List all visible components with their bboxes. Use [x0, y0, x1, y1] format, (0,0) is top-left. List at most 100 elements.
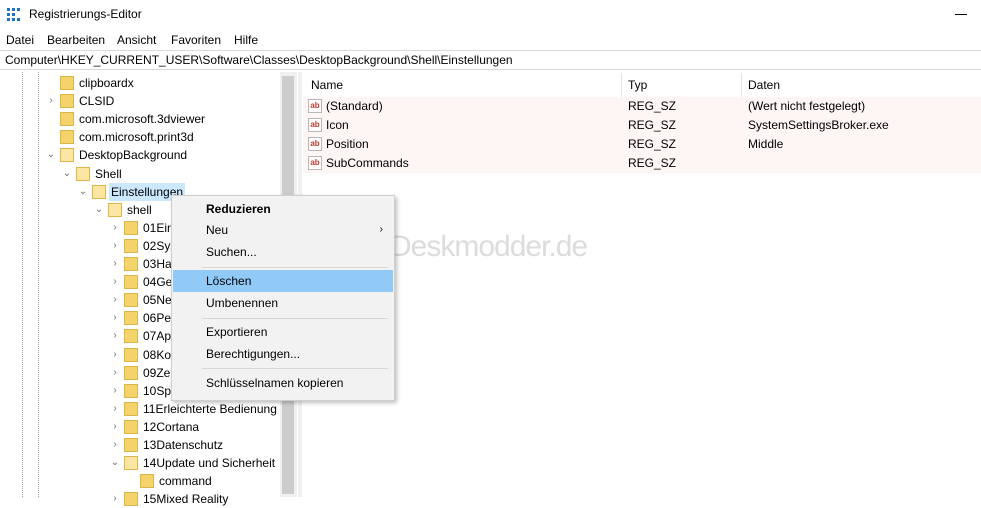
chevron-down-icon[interactable]: ⌄ — [62, 165, 72, 183]
chevron-right-icon[interactable]: › — [110, 291, 120, 309]
tree-item[interactable]: › 15Mixed Reality — [0, 490, 280, 508]
folder-icon — [124, 384, 138, 398]
column-name[interactable]: Name — [311, 78, 343, 92]
folder-icon — [76, 167, 90, 181]
tree-item[interactable]: › 12Cortana — [0, 418, 280, 436]
chevron-right-icon[interactable]: › — [110, 237, 120, 255]
value-data: SystemSettingsBroker.exe — [748, 118, 889, 132]
menu-hilfe[interactable]: Hilfe — [234, 33, 258, 47]
folder-icon — [60, 76, 74, 90]
value-data: (Wert nicht festgelegt) — [748, 99, 866, 113]
menu-item-loeschen[interactable]: Löschen — [173, 270, 393, 292]
tree-item-label: 03Ha — [143, 257, 172, 271]
chevron-right-icon[interactable]: › — [110, 273, 120, 291]
tree-item-label: CLSID — [79, 94, 115, 108]
column-data[interactable]: Daten — [748, 78, 780, 92]
folder-icon — [124, 420, 138, 434]
chevron-right-icon[interactable]: › — [110, 255, 120, 273]
tree-item[interactable]: com.microsoft.3dviewer — [0, 110, 280, 128]
chevron-down-icon[interactable]: ⌄ — [46, 146, 56, 164]
menu-item-umbenennen[interactable]: Umbenennen — [173, 292, 393, 314]
column-type[interactable]: Typ — [628, 78, 647, 92]
value-name: Icon — [326, 118, 349, 132]
menu-item-neu[interactable]: Neu › — [173, 219, 393, 241]
tree-item[interactable]: command — [0, 472, 280, 490]
chevron-right-icon[interactable]: › — [110, 346, 120, 364]
chevron-right-icon[interactable]: › — [110, 490, 120, 508]
chevron-right-icon[interactable]: › — [110, 309, 120, 327]
string-value-icon: ab — [308, 118, 322, 132]
title-bar — [0, 0, 981, 30]
menu-separator — [202, 267, 388, 268]
tree-item-label: shell — [127, 203, 152, 217]
chevron-right-icon[interactable]: › — [110, 436, 120, 454]
chevron-down-icon[interactable]: ⌄ — [78, 183, 88, 201]
folder-icon — [124, 311, 138, 325]
tree-item-label: 12Cortana — [143, 420, 200, 434]
column-separator[interactable] — [741, 73, 742, 97]
tree-item-label: 15Mixed Reality — [143, 492, 229, 506]
column-separator[interactable] — [621, 73, 622, 97]
menu-datei[interactable]: Datei — [6, 33, 34, 47]
tree-item-label: 11Erleichterte Bedienung — [143, 402, 277, 416]
tree-item[interactable]: ⌄ Shell — [0, 165, 280, 183]
value-type: REG_SZ — [628, 118, 677, 132]
folder-icon — [124, 239, 138, 253]
menu-bearbeiten[interactable]: Bearbeiten — [47, 33, 105, 47]
value-name: Position — [326, 137, 369, 151]
menu-ansicht[interactable]: Ansicht — [117, 33, 156, 47]
menu-item-berechtigungen[interactable]: Berechtigungen... — [173, 343, 393, 365]
folder-icon — [124, 366, 138, 380]
menu-favoriten[interactable]: Favoriten — [171, 33, 221, 47]
tree-item-label: com.microsoft.3dviewer — [79, 112, 206, 126]
value-type: REG_SZ — [628, 156, 677, 170]
folder-icon — [124, 293, 138, 307]
tree-item[interactable]: ⌄ DesktopBackground — [0, 146, 280, 164]
menu-item-schluesselnamen-kopieren[interactable]: Schlüsselnamen kopieren — [173, 372, 393, 394]
chevron-right-icon[interactable]: › — [110, 400, 120, 418]
tree-item-label: 08Ko — [143, 348, 172, 362]
tree-item[interactable]: › CLSID — [0, 92, 280, 110]
chevron-down-icon[interactable]: ⌄ — [110, 454, 120, 472]
value-type: REG_SZ — [628, 137, 677, 151]
folder-icon — [140, 474, 154, 488]
menu-item-suchen[interactable]: Suchen... — [173, 241, 393, 263]
window-title: Registrierungs-Editor — [29, 7, 142, 21]
chevron-right-icon[interactable]: › — [110, 418, 120, 436]
chevron-right-icon[interactable]: › — [46, 92, 56, 110]
tree-item-label: 14Update und Sicherheit — [143, 456, 276, 470]
tree-item-label: 13Datenschutz — [143, 438, 224, 452]
watermark: Deskmodder.de — [390, 230, 588, 263]
chevron-right-icon[interactable]: › — [110, 382, 120, 400]
folder-icon — [124, 329, 138, 343]
tree-item-label: 05Ne — [143, 293, 172, 307]
address-path[interactable]: Computer\HKEY_CURRENT_USER\Software\Clas… — [5, 53, 513, 67]
folder-icon — [60, 112, 74, 126]
minimize-icon[interactable] — [955, 14, 967, 15]
tree-item[interactable]: › 13Datenschutz — [0, 436, 280, 454]
string-value-icon: ab — [308, 156, 322, 170]
tree-item[interactable]: com.microsoft.print3d — [0, 128, 280, 146]
folder-icon — [124, 438, 138, 452]
tree-item-label: DesktopBackground — [79, 148, 188, 162]
folder-icon — [124, 402, 138, 416]
tree-item-label: command — [159, 474, 212, 488]
menu-separator — [202, 368, 388, 369]
menu-item-reduzieren[interactable]: Reduzieren — [173, 198, 393, 220]
menu-item-exportieren[interactable]: Exportieren — [173, 321, 393, 343]
folder-icon — [124, 257, 138, 271]
value-type: REG_SZ — [628, 99, 677, 113]
chevron-down-icon[interactable]: ⌄ — [94, 201, 104, 219]
tree-item[interactable]: › 11Erleichterte Bedienung — [0, 400, 280, 418]
tree-item-label: 10Spi — [143, 384, 174, 398]
folder-icon — [60, 94, 74, 108]
tree-item[interactable]: clipboardx — [0, 74, 280, 92]
tree-item[interactable]: ⌄ 14Update und Sicherheit — [0, 454, 280, 472]
value-name: (Standard) — [326, 99, 383, 113]
folder-icon — [124, 492, 138, 506]
chevron-right-icon[interactable]: › — [110, 364, 120, 382]
string-value-icon: ab — [308, 99, 322, 113]
chevron-right-icon[interactable]: › — [110, 327, 120, 345]
submenu-arrow-icon: › — [379, 224, 383, 235]
chevron-right-icon[interactable]: › — [110, 219, 120, 237]
